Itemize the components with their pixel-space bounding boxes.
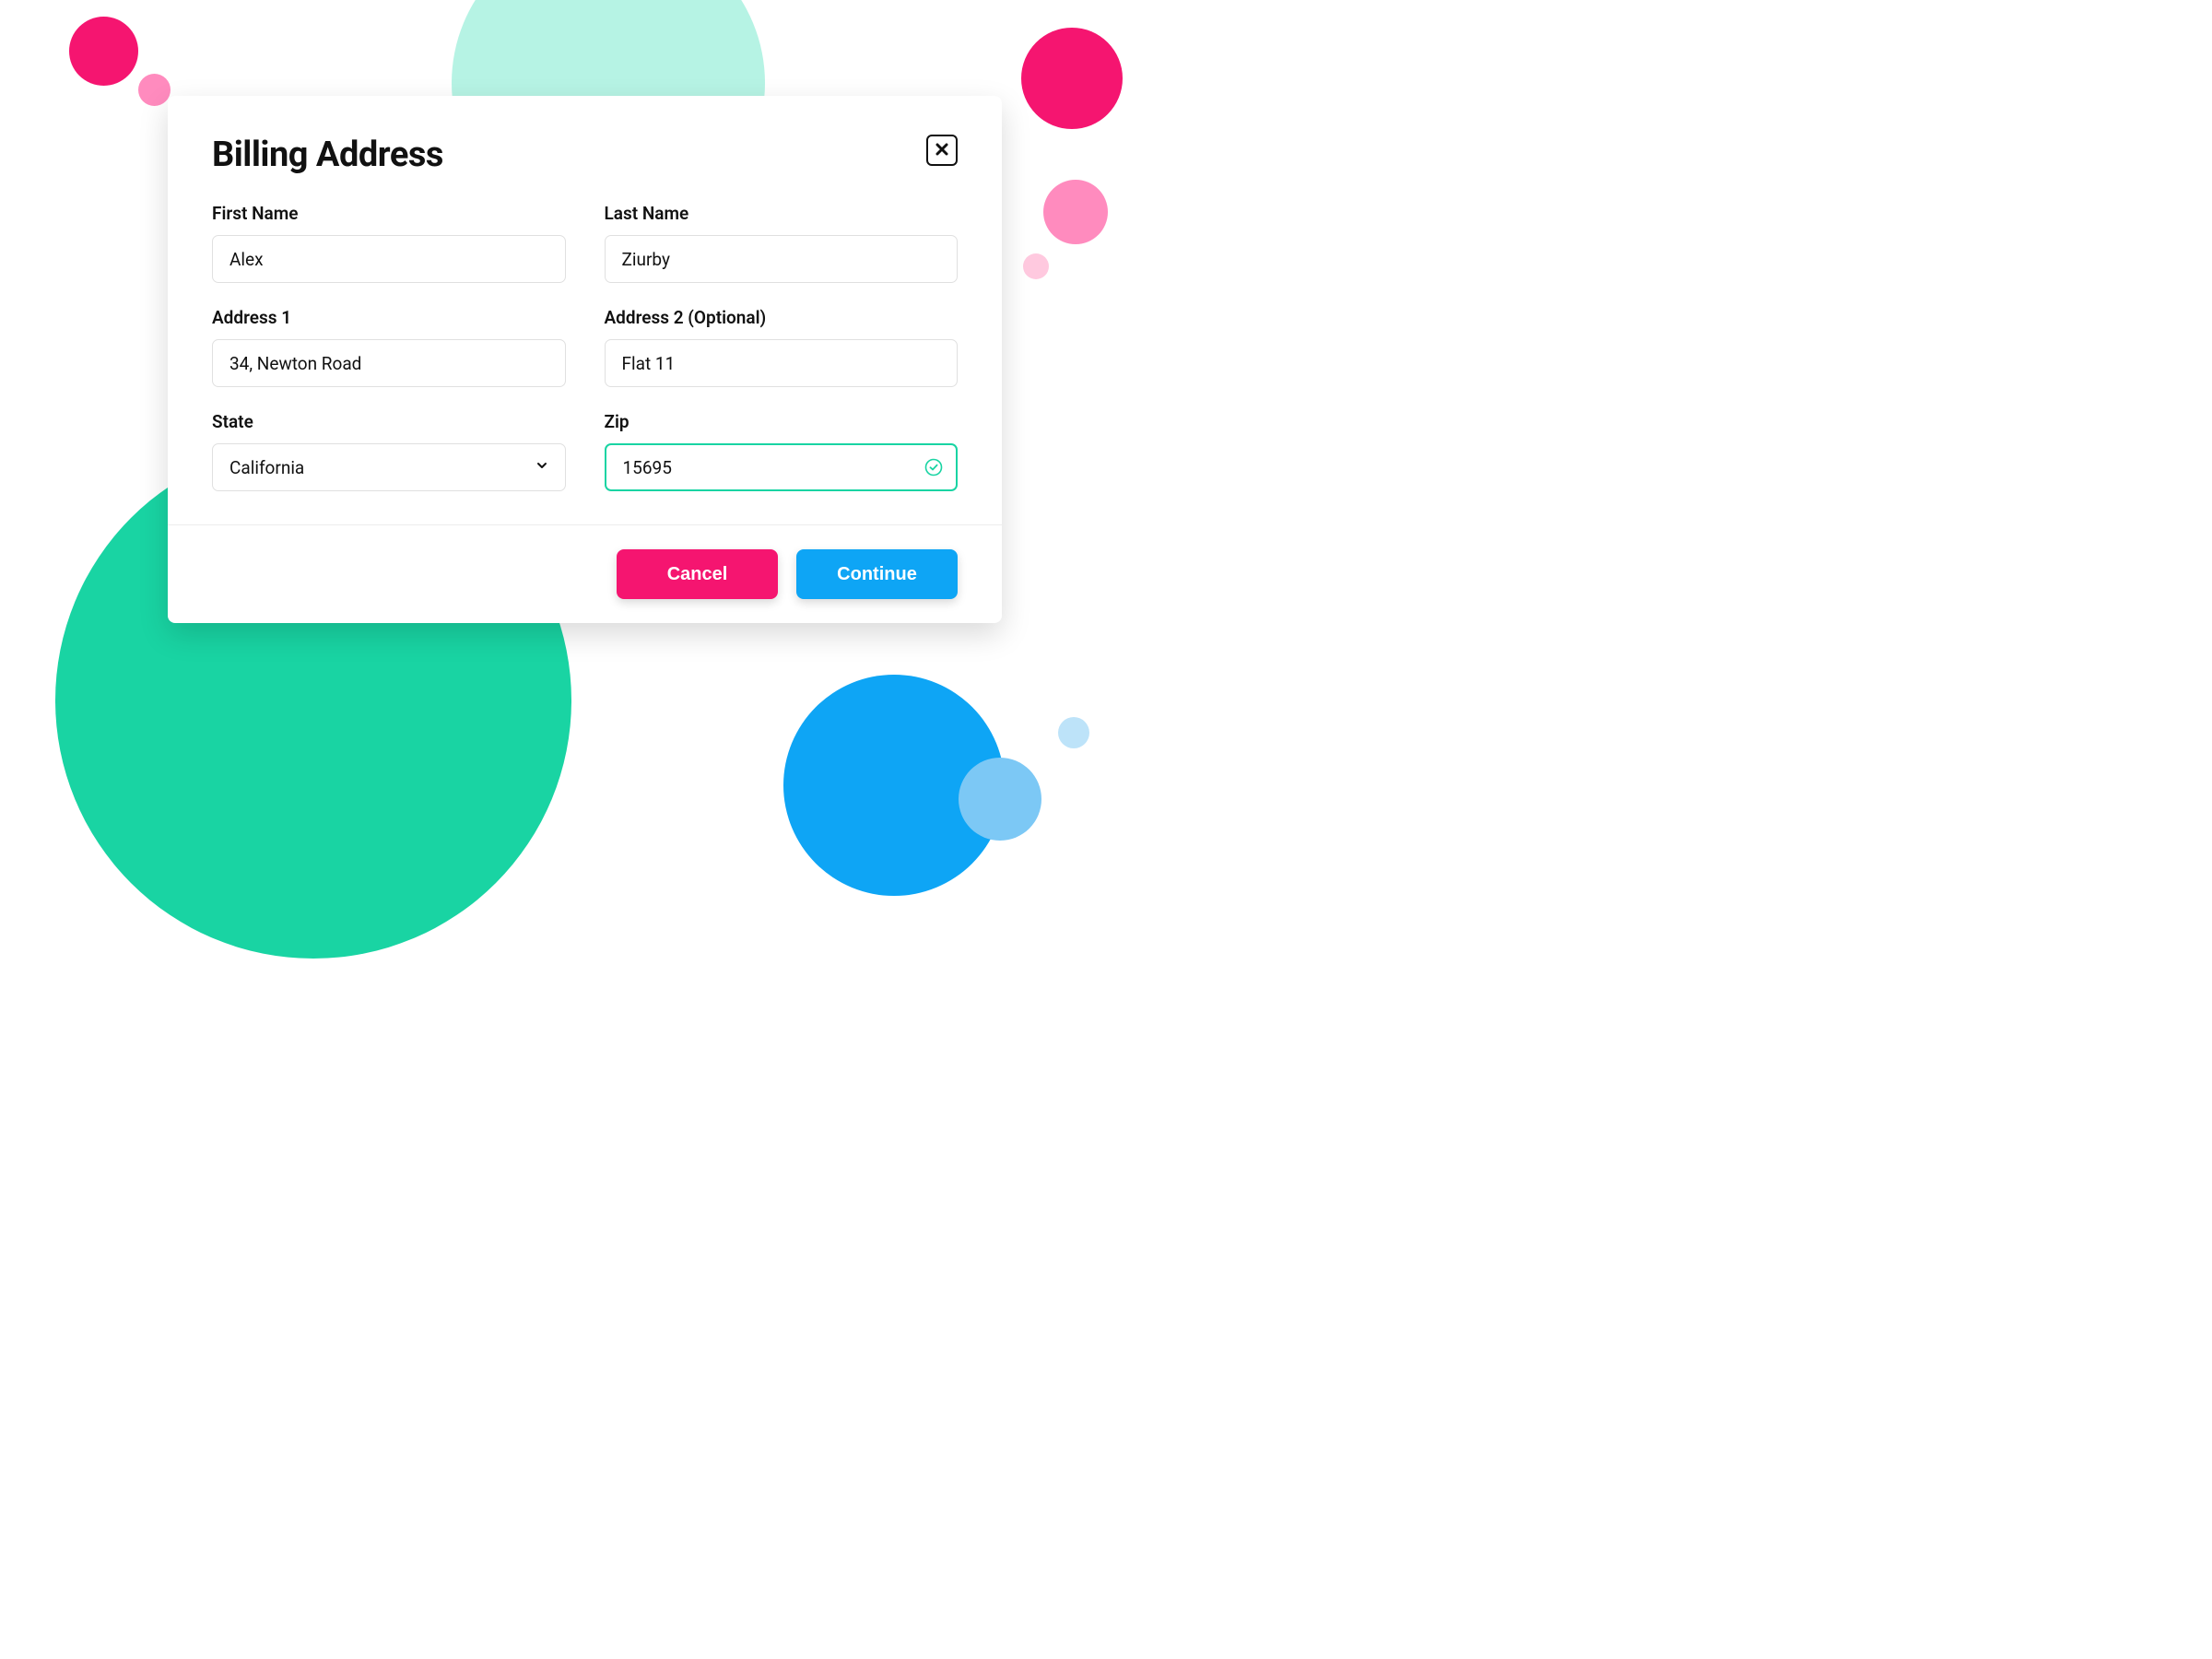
first-name-input[interactable] — [212, 235, 566, 283]
continue-button[interactable]: Continue — [796, 549, 958, 599]
decorative-circle — [1021, 28, 1123, 129]
address2-input[interactable] — [605, 339, 959, 387]
address1-label: Address 1 — [212, 307, 566, 328]
first-name-label: First Name — [212, 203, 566, 224]
close-button[interactable] — [926, 135, 958, 166]
decorative-circle — [1058, 717, 1089, 748]
zip-input[interactable] — [605, 443, 959, 491]
zip-label: Zip — [605, 411, 959, 432]
decorative-circle — [1023, 253, 1049, 279]
decorative-circle — [138, 74, 171, 106]
billing-address-modal: Billing Address First Name Last Name — [168, 96, 1002, 623]
state-label: State — [212, 411, 566, 432]
decorative-circle — [69, 17, 138, 86]
last-name-input[interactable] — [605, 235, 959, 283]
modal-title: Billing Address — [212, 135, 443, 175]
check-circle-icon — [924, 458, 943, 477]
close-icon — [935, 142, 949, 159]
address1-input[interactable] — [212, 339, 566, 387]
cancel-button[interactable]: Cancel — [617, 549, 778, 599]
state-selected-value: California — [229, 457, 304, 478]
decorative-circle — [1043, 180, 1108, 244]
last-name-label: Last Name — [605, 203, 959, 224]
decorative-circle — [959, 758, 1041, 841]
state-select[interactable]: California — [212, 443, 566, 491]
address2-label: Address 2 (Optional) — [605, 307, 959, 328]
